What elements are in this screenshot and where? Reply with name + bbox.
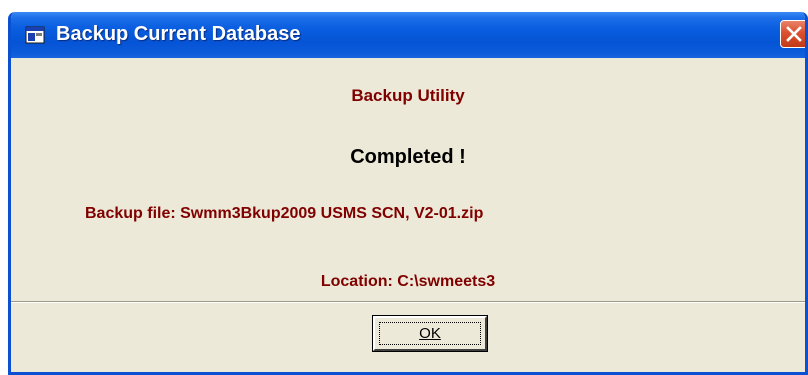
separator <box>11 301 805 303</box>
ok-button[interactable]: OK <box>373 316 487 351</box>
ok-focus-rect: OK <box>379 322 481 345</box>
close-button[interactable] <box>780 20 805 48</box>
status-message: Completed ! <box>350 146 466 168</box>
location-label: Location: C:\swmeets3 <box>320 273 496 290</box>
backup-file-label: Backup file: Swmm3Bkup2009 USMS SCN, V2-… <box>85 205 484 222</box>
dialog-window: Backup Current Database Backup Utility C… <box>8 12 808 375</box>
window-title: Backup Current Database <box>56 23 301 45</box>
close-icon <box>786 26 802 42</box>
title-bar[interactable]: Backup Current Database <box>11 12 805 58</box>
ok-button-label: OK <box>419 325 441 342</box>
utility-title: Backup Utility <box>351 86 465 105</box>
app-window-icon <box>25 26 45 44</box>
